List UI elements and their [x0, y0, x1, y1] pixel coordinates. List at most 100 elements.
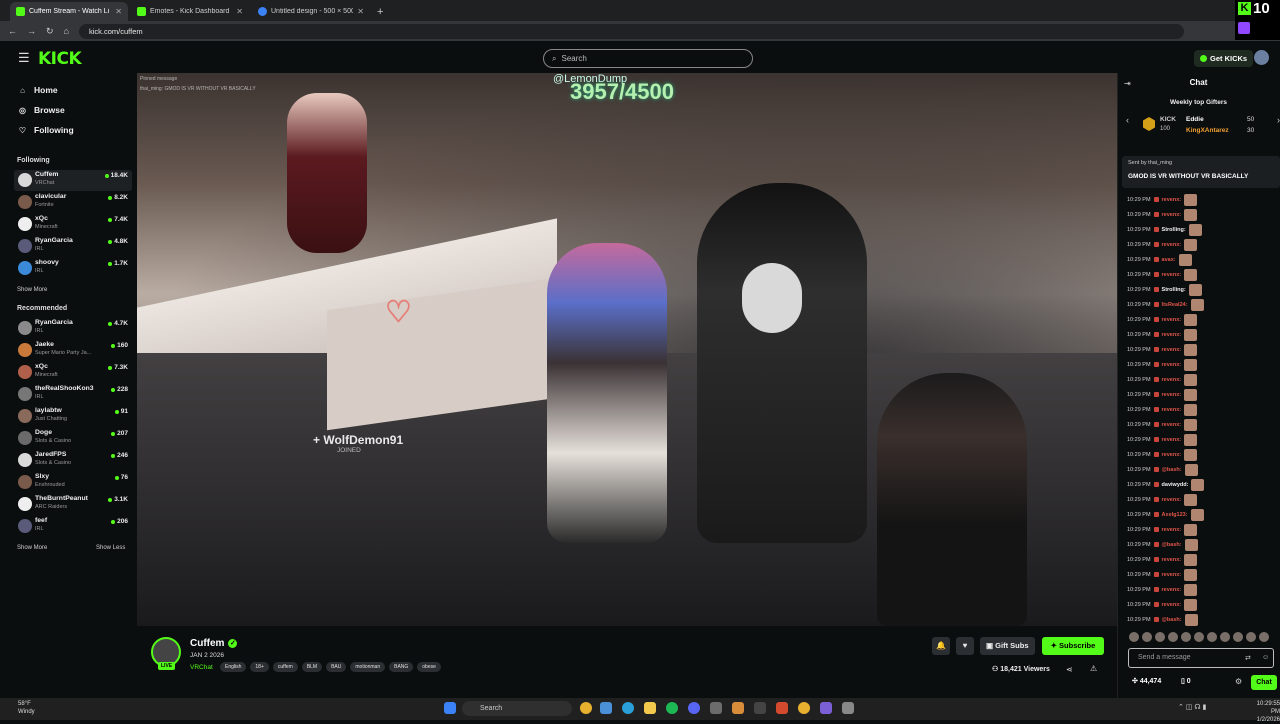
chat-message[interactable]: 10:29 PM revenx: — [1127, 342, 1277, 357]
chat-message[interactable]: 10:29 PM revenx: — [1127, 402, 1277, 417]
channel-item[interactable]: RyanGarcia IRL 4.7K — [14, 318, 132, 339]
video-player[interactable]: ♡ @LemonDump 3957/4500 + WolfDemon91 JOI… — [137, 73, 1117, 626]
file-explorer-icon[interactable] — [644, 702, 656, 714]
chat-message[interactable]: 10:29 PM @bash: — [1127, 537, 1277, 552]
channel-item[interactable]: shoovy IRL 1.7K — [14, 258, 132, 279]
close-tab-icon[interactable]: ✕ — [357, 7, 364, 16]
chat-message[interactable]: 10:29 PM revenx: — [1127, 567, 1277, 582]
search-input[interactable]: ⌕ Search — [543, 49, 753, 68]
stream-tag[interactable]: BANG — [389, 662, 414, 672]
chat-username[interactable]: revenx: — [1162, 557, 1182, 563]
chat-username[interactable]: revenx: — [1162, 347, 1182, 353]
chat-username[interactable]: revenx: — [1162, 272, 1182, 278]
stream-tag[interactable]: BLM — [301, 662, 323, 672]
chat-message[interactable]: 10:29 PM avax: — [1127, 252, 1277, 267]
menu-icon[interactable]: ☰ — [18, 50, 30, 66]
chrome-icon[interactable] — [580, 702, 592, 714]
emote-icon[interactable] — [1246, 632, 1256, 642]
back-icon[interactable]: ← — [8, 26, 17, 36]
app-icon[interactable] — [842, 702, 854, 714]
emote-icon[interactable] — [1220, 632, 1230, 642]
chat-message[interactable]: 10:29 PM Strolling: — [1127, 222, 1277, 237]
app-icon[interactable] — [732, 702, 744, 714]
gifter-name[interactable]: KingXAntarez — [1186, 127, 1229, 134]
app-icon[interactable] — [754, 702, 766, 714]
chat-username[interactable]: revenx: — [1162, 392, 1182, 398]
subscribe-button[interactable]: ✦ Subscribe — [1042, 637, 1104, 655]
chat-message[interactable]: 10:29 PM Axelg123: — [1127, 507, 1277, 522]
channel-item[interactable]: feef IRL 206 — [14, 516, 132, 537]
bucket-balance[interactable]: ▯ 0 — [1181, 677, 1191, 685]
edge-icon[interactable] — [622, 702, 634, 714]
chrome-icon[interactable] — [798, 702, 810, 714]
channel-item[interactable]: TheBurntPeanut ARC Raiders 3.1K — [14, 494, 132, 515]
show-less-recommended[interactable]: Show Less — [96, 545, 125, 551]
chat-username[interactable]: Strolling: — [1162, 287, 1186, 293]
chat-username[interactable]: revenx: — [1162, 317, 1182, 323]
chat-input[interactable]: Send a message — [1128, 648, 1274, 668]
chat-message[interactable]: 10:29 PM revenx: — [1127, 327, 1277, 342]
chat-username[interactable]: revenx: — [1162, 422, 1182, 428]
chat-message[interactable]: 10:29 PM revenx: — [1127, 492, 1277, 507]
new-tab-icon[interactable]: + — [377, 6, 383, 21]
start-icon[interactable] — [444, 702, 456, 714]
chat-username[interactable]: Axelg123: — [1162, 512, 1188, 518]
chat-message[interactable]: 10:29 PM Strolling: — [1127, 282, 1277, 297]
channel-item[interactable]: RyanGarcia IRL 4.8K — [14, 236, 132, 257]
home-browser-icon[interactable]: ⌂ — [64, 26, 69, 36]
channel-item[interactable]: xQc Minecraft 7.3K — [14, 362, 132, 383]
kick-logo[interactable]: KICK — [38, 49, 82, 69]
chat-message[interactable]: 10:29 PM daviwydd: — [1127, 477, 1277, 492]
channel-item[interactable]: Cuffem VRChat 18.4K — [14, 170, 132, 191]
stream-tag[interactable]: cuffem — [272, 662, 298, 672]
chat-message[interactable]: 10:29 PM revenx: — [1127, 207, 1277, 222]
channel-item[interactable]: laylabtw Just Chatting 91 — [14, 406, 132, 427]
emote-icon[interactable] — [1155, 632, 1165, 642]
emote-icon[interactable] — [1129, 632, 1139, 642]
channel-item[interactable]: Slxy Enshrouded 76 — [14, 472, 132, 493]
chat-message[interactable]: 10:29 PM revenx: — [1127, 237, 1277, 252]
emote-icon[interactable] — [1181, 632, 1191, 642]
chat-username[interactable]: revenx: — [1162, 407, 1182, 413]
chat-username[interactable]: revenx: — [1162, 572, 1182, 578]
sidebar-nav-following[interactable]: ♡ Following — [18, 125, 74, 135]
chat-message[interactable]: 10:29 PM revenx: — [1127, 417, 1277, 432]
app-icon[interactable] — [710, 702, 722, 714]
chat-username[interactable]: revenx: — [1162, 452, 1182, 458]
emote-icon[interactable] — [1142, 632, 1152, 642]
weather-widget[interactable]: 58°F Windy — [18, 700, 35, 716]
browser-tab-1[interactable]: Emotes - Kick Dashboard ✕ — [131, 2, 249, 21]
browser-tab-0[interactable]: Cuffem Stream - Watch Li ✕ — [10, 2, 128, 21]
app-icon[interactable] — [820, 702, 832, 714]
chat-message[interactable]: 10:29 PM revenx: — [1127, 597, 1277, 612]
chat-username[interactable]: @bash: — [1162, 542, 1182, 548]
clock[interactable]: 10:29:55 PM 1/2/2026 — [1246, 700, 1280, 724]
chat-username[interactable]: revenx: — [1162, 332, 1182, 338]
chat-message[interactable]: 10:29 PM revenx: — [1127, 582, 1277, 597]
chat-message[interactable]: 10:29 PM revenx: — [1127, 432, 1277, 447]
stream-tag[interactable]: English — [220, 662, 247, 672]
chat-message[interactable]: 10:29 PM @bash: — [1127, 462, 1277, 477]
chat-message[interactable]: 10:29 PM @bash: — [1127, 612, 1277, 627]
report-icon[interactable]: ⚠ — [1090, 664, 1097, 673]
notification-bell-button[interactable]: 🔔 — [932, 637, 950, 655]
chat-username[interactable]: revenx: — [1162, 362, 1182, 368]
streamer-name[interactable]: Cuffem ✓ — [190, 638, 238, 649]
system-tray[interactable]: ⌃ ◫ ☊ ▮ — [1178, 703, 1206, 711]
gifter-name[interactable]: Eddie — [1186, 116, 1204, 123]
chat-username[interactable]: Strolling: — [1162, 227, 1186, 233]
brave-icon[interactable] — [776, 702, 788, 714]
chat-message[interactable]: 10:29 PM revenx: — [1127, 357, 1277, 372]
chat-message[interactable]: 10:29 PM revenx: — [1127, 447, 1277, 462]
chevron-left-icon[interactable]: ‹ — [1126, 115, 1129, 125]
share-icon[interactable]: ⋖ — [1066, 665, 1073, 674]
chat-message[interactable]: 10:29 PM revenx: — [1127, 312, 1277, 327]
channel-item[interactable]: Doge Slots & Casino 207 — [14, 428, 132, 449]
chat-username[interactable]: daviwydd: — [1162, 482, 1189, 488]
chat-send-button[interactable]: Chat — [1251, 675, 1277, 690]
chat-username[interactable]: @bash: — [1162, 617, 1182, 623]
emote-icon[interactable] — [1259, 632, 1269, 642]
discord-icon[interactable] — [688, 702, 700, 714]
stream-tag[interactable]: 18+ — [250, 662, 269, 672]
chat-username[interactable]: revenx: — [1162, 377, 1182, 383]
